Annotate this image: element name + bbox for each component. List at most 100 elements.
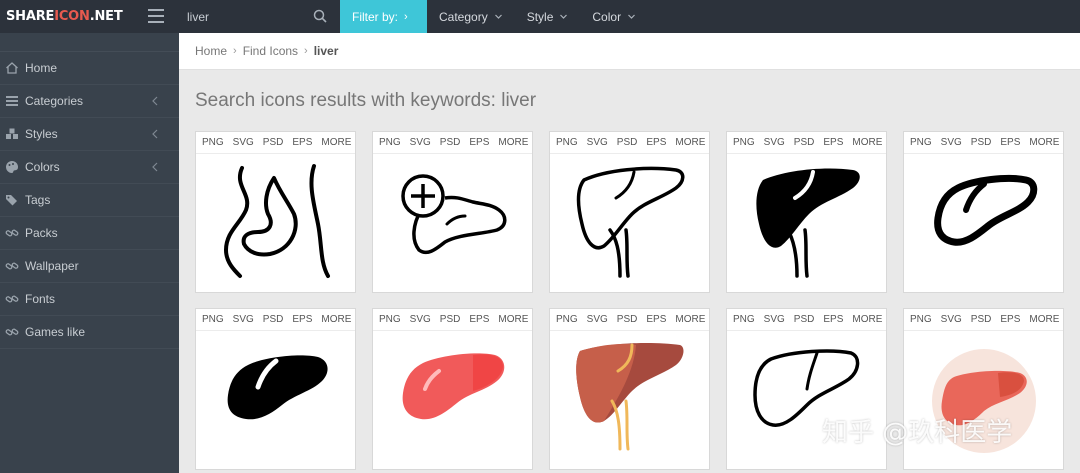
format-links: PNG SVG PSD EPS MORE <box>904 309 1063 331</box>
liver-flat-red-icon[interactable] <box>373 331 532 469</box>
liver-plus-outline-icon[interactable] <box>373 154 532 292</box>
sidebar-item-wallpaper[interactable]: Wallpaper <box>0 250 179 283</box>
eps-link[interactable]: EPS <box>1000 137 1020 148</box>
sidebar-item-styles[interactable]: Styles <box>0 118 179 151</box>
liver-bold-outline-icon[interactable] <box>904 154 1063 292</box>
png-link[interactable]: PNG <box>379 314 401 325</box>
liver-glyph-black-icon[interactable] <box>196 331 355 469</box>
psd-link[interactable]: PSD <box>440 314 461 325</box>
icon-card[interactable]: PNG SVG PSD EPS MORE <box>726 131 887 293</box>
format-links: PNG SVG PSD EPS MORE <box>550 132 709 154</box>
format-links: PNG SVG PSD EPS MORE <box>904 132 1063 154</box>
eps-link[interactable]: EPS <box>823 314 843 325</box>
svg-link[interactable]: SVG <box>410 314 431 325</box>
svg-link[interactable]: SVG <box>587 314 608 325</box>
sidebar-item-tags[interactable]: Tags <box>0 184 179 217</box>
psd-link[interactable]: PSD <box>617 137 638 148</box>
svg-link[interactable]: SVG <box>587 137 608 148</box>
more-link[interactable]: MORE <box>498 314 528 325</box>
watermark: 知乎 @玖科医学 <box>822 418 1013 448</box>
sidebar-item-label: Wallpaper <box>25 259 79 273</box>
more-link[interactable]: MORE <box>1029 137 1059 148</box>
format-links: PNG SVG PSD EPS MORE <box>727 132 886 154</box>
more-link[interactable]: MORE <box>321 314 351 325</box>
eps-link[interactable]: EPS <box>469 314 489 325</box>
png-link[interactable]: PNG <box>733 137 755 148</box>
png-link[interactable]: PNG <box>556 137 578 148</box>
filter-by-button[interactable]: Filter by: › <box>340 0 427 33</box>
tags-icon <box>6 195 17 206</box>
icon-card[interactable]: PNG SVG PSD EPS MORE <box>195 308 356 470</box>
breadcrumb-current: liver <box>313 44 339 58</box>
psd-link[interactable]: PSD <box>971 314 992 325</box>
icon-card[interactable]: PNG SVG PSD EPS MORE <box>549 131 710 293</box>
color-dropdown[interactable]: Color <box>580 0 648 33</box>
icon-card[interactable]: PNG SVG PSD EPS MORE <box>195 131 356 293</box>
breadcrumb-find-icons-link[interactable]: Find Icons <box>243 44 298 58</box>
sidebar: Home Categories Styles Colors Tags Packs… <box>0 33 179 473</box>
sidebar-item-home[interactable]: Home <box>0 52 179 85</box>
sidebar-item-label: Tags <box>25 193 51 207</box>
breadcrumb-home-link[interactable]: Home <box>195 44 227 58</box>
search-icon[interactable] <box>313 9 327 23</box>
icon-card[interactable]: PNG SVG PSD EPS MORE <box>903 131 1064 293</box>
sidebar-item-games-like[interactable]: Games like <box>0 316 179 349</box>
more-link[interactable]: MORE <box>852 314 882 325</box>
more-link[interactable]: MORE <box>852 137 882 148</box>
svg-link[interactable]: SVG <box>941 137 962 148</box>
chevron-left-icon <box>152 96 158 106</box>
svg-link[interactable]: SVG <box>941 314 962 325</box>
png-link[interactable]: PNG <box>910 314 932 325</box>
eps-link[interactable]: EPS <box>1000 314 1020 325</box>
svg-link[interactable]: SVG <box>233 314 254 325</box>
png-link[interactable]: PNG <box>733 314 755 325</box>
svg-link[interactable]: SVG <box>233 137 254 148</box>
more-link[interactable]: MORE <box>498 137 528 148</box>
liver-detailed-outline-icon[interactable] <box>550 154 709 292</box>
png-link[interactable]: PNG <box>910 137 932 148</box>
hamburger-menu-icon[interactable] <box>148 9 164 23</box>
icon-card[interactable]: PNG SVG PSD EPS MORE <box>372 308 533 470</box>
category-dropdown[interactable]: Category <box>427 0 515 33</box>
page-title: Search icons results with keywords: live… <box>195 90 537 111</box>
svg-link[interactable]: SVG <box>410 137 431 148</box>
png-link[interactable]: PNG <box>202 137 224 148</box>
svg-link[interactable]: SVG <box>764 314 785 325</box>
liver-solid-black-icon[interactable] <box>727 154 886 292</box>
psd-link[interactable]: PSD <box>794 314 815 325</box>
sidebar-item-fonts[interactable]: Fonts <box>0 283 179 316</box>
svg-link[interactable]: SVG <box>764 137 785 148</box>
stomach-body-outline-icon[interactable] <box>196 154 355 292</box>
psd-link[interactable]: PSD <box>440 137 461 148</box>
search-input[interactable] <box>187 5 317 28</box>
sidebar-item-packs[interactable]: Packs <box>0 217 179 250</box>
eps-link[interactable]: EPS <box>646 314 666 325</box>
site-logo[interactable]: SHAREICON.NET <box>6 9 123 24</box>
eps-link[interactable]: EPS <box>292 137 312 148</box>
png-link[interactable]: PNG <box>379 137 401 148</box>
style-dropdown[interactable]: Style <box>515 0 581 33</box>
sidebar-item-categories[interactable]: Categories <box>0 85 179 118</box>
format-links: PNG SVG PSD EPS MORE <box>196 309 355 331</box>
eps-link[interactable]: EPS <box>469 137 489 148</box>
psd-link[interactable]: PSD <box>617 314 638 325</box>
more-link[interactable]: MORE <box>675 314 705 325</box>
sidebar-item-label: Home <box>25 61 58 75</box>
more-link[interactable]: MORE <box>675 137 705 148</box>
eps-link[interactable]: EPS <box>292 314 312 325</box>
liver-flat-brown-icon[interactable] <box>550 331 709 469</box>
eps-link[interactable]: EPS <box>646 137 666 148</box>
png-link[interactable]: PNG <box>556 314 578 325</box>
icon-card[interactable]: PNG SVG PSD EPS MORE <box>372 131 533 293</box>
png-link[interactable]: PNG <box>202 314 224 325</box>
more-link[interactable]: MORE <box>1029 314 1059 325</box>
sidebar-item-colors[interactable]: Colors <box>0 151 179 184</box>
psd-link[interactable]: PSD <box>263 314 284 325</box>
icon-card[interactable]: PNG SVG PSD EPS MORE <box>549 308 710 470</box>
more-link[interactable]: MORE <box>321 137 351 148</box>
link-icon <box>5 262 19 270</box>
psd-link[interactable]: PSD <box>971 137 992 148</box>
eps-link[interactable]: EPS <box>823 137 843 148</box>
psd-link[interactable]: PSD <box>263 137 284 148</box>
psd-link[interactable]: PSD <box>794 137 815 148</box>
